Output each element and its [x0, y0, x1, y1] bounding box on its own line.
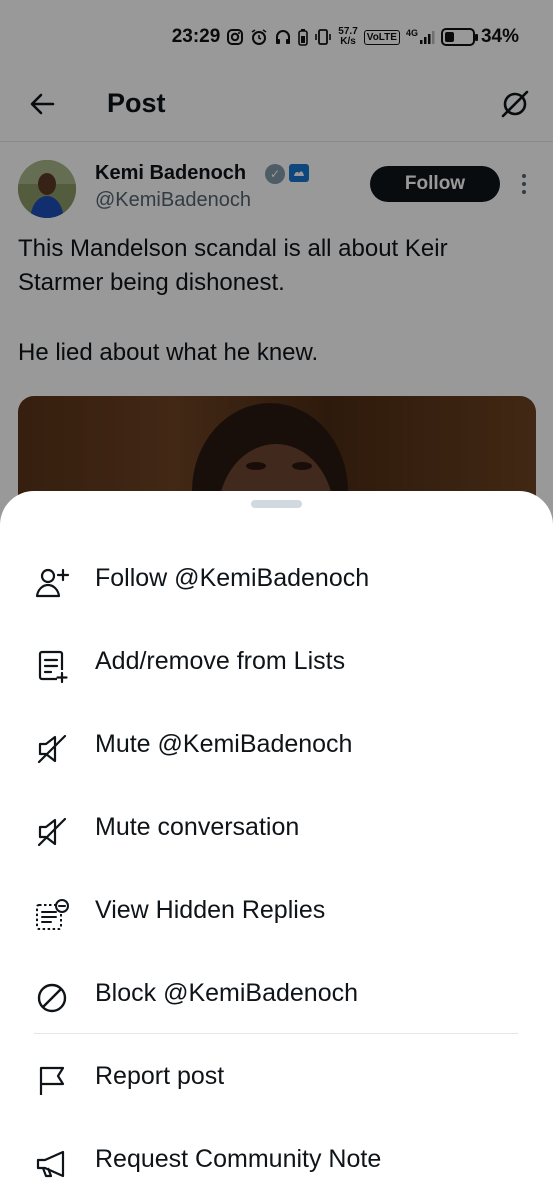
menu-item-lists[interactable]: Add/remove from Lists: [0, 627, 553, 701]
hidden-replies-icon: [34, 897, 70, 933]
megaphone-icon: [34, 1146, 70, 1182]
post-options-sheet: Follow @KemiBadenoch Add/remove from Lis…: [0, 491, 553, 1200]
menu-item-hidden-replies[interactable]: View Hidden Replies: [0, 876, 553, 950]
sheet-drag-handle[interactable]: [251, 500, 302, 508]
block-icon: [34, 980, 70, 1016]
menu-item-mute-conversation[interactable]: Mute conversation: [0, 793, 553, 867]
flag-icon: [34, 1063, 70, 1099]
menu-item-label: Block @KemiBadenoch: [95, 979, 359, 1007]
follow-user-icon: [34, 565, 70, 601]
menu-item-follow[interactable]: Follow @KemiBadenoch: [0, 544, 553, 618]
menu-item-report[interactable]: Report post: [0, 1042, 553, 1116]
menu-item-label: Mute conversation: [95, 813, 300, 841]
mute-icon: [34, 731, 70, 767]
menu-item-community-note[interactable]: Request Community Note: [0, 1125, 553, 1199]
menu-divider: [34, 1033, 518, 1034]
mute-icon: [34, 814, 70, 850]
menu-item-label: Report post: [95, 1062, 225, 1090]
menu-item-label: Request Community Note: [95, 1145, 382, 1173]
lists-icon: [34, 648, 70, 684]
menu-item-mute-user[interactable]: Mute @KemiBadenoch: [0, 710, 553, 784]
menu-item-label: Add/remove from Lists: [95, 647, 346, 675]
menu-item-label: Follow @KemiBadenoch: [95, 564, 370, 592]
menu-item-label: View Hidden Replies: [95, 896, 326, 924]
menu-item-label: Mute @KemiBadenoch: [95, 730, 353, 758]
menu-item-block[interactable]: Block @KemiBadenoch: [0, 959, 553, 1033]
